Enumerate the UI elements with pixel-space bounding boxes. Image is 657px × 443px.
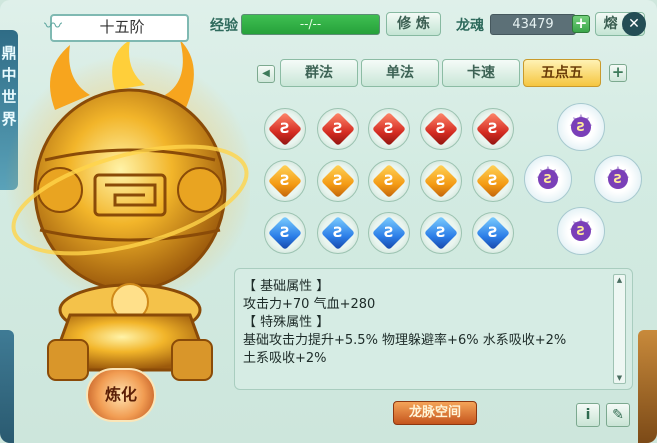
- exp-bar: --/--: [241, 14, 380, 35]
- attribute-scrollbar[interactable]: ▲ ▼: [613, 274, 626, 384]
- attribute-panel: 【 基础属性 】 攻击力+70 气血+280 【 特殊属性 】 基础攻击力提升+…: [234, 268, 633, 390]
- edit-icon[interactable]: ✎: [606, 403, 630, 427]
- gem-slot-red[interactable]: Ƨ: [472, 108, 514, 150]
- tab-group-magic[interactable]: 群法: [280, 59, 358, 87]
- dragon-space-button[interactable]: 龙脉空间: [393, 401, 477, 425]
- gem-slot-blue[interactable]: Ƨ: [472, 212, 514, 254]
- gem-slot-blue[interactable]: Ƨ: [368, 212, 410, 254]
- close-icon[interactable]: ✕: [622, 12, 646, 36]
- gem-slot-red[interactable]: Ƨ: [264, 108, 306, 150]
- star-gem-bottom[interactable]: ✸Ƨ: [557, 207, 605, 255]
- gem-slot-blue[interactable]: Ƨ: [317, 212, 359, 254]
- side-menu-decoration: [638, 330, 657, 443]
- special-attr-header: 【 特殊属性 】: [243, 315, 330, 330]
- base-attr-header: 【 基础属性 】: [243, 279, 330, 294]
- scroll-up-icon[interactable]: ▲: [614, 275, 625, 285]
- info-icon[interactable]: i: [576, 403, 600, 427]
- tab-five-point-five[interactable]: 五点五: [523, 59, 601, 87]
- gem-slot-orange[interactable]: Ƨ: [368, 160, 410, 202]
- star-gem-left[interactable]: ✸Ƨ: [524, 155, 572, 203]
- gem-slot-red[interactable]: Ƨ: [420, 108, 462, 150]
- refine-button[interactable]: 炼化: [86, 368, 156, 422]
- soul-value: 43479: [490, 14, 576, 35]
- star-gem-right[interactable]: ✸Ƨ: [594, 155, 642, 203]
- gem-slot-orange[interactable]: Ƨ: [317, 160, 359, 202]
- special-attr-values: 基础攻击力提升+5.5% 物理躲避率+6% 水系吸收+2%: [243, 333, 567, 348]
- star-gem-top[interactable]: ✸Ƨ: [557, 103, 605, 151]
- gem-slot-red[interactable]: Ƨ: [368, 108, 410, 150]
- rank-title: 十五阶: [99, 18, 145, 36]
- tab-prev-icon[interactable]: ◀: [257, 65, 275, 83]
- tab-speed[interactable]: 卡速: [442, 59, 520, 87]
- base-attr-values: 攻击力+70 气血+280: [243, 297, 376, 312]
- gem-slot-orange[interactable]: Ƨ: [264, 160, 306, 202]
- gem-slot-orange[interactable]: Ƨ: [420, 160, 462, 202]
- gem-slot-blue[interactable]: Ƨ: [264, 212, 306, 254]
- scroll-down-icon[interactable]: ▼: [614, 373, 625, 383]
- gem-slot-orange[interactable]: Ƨ: [472, 160, 514, 202]
- add-soul-button[interactable]: +: [572, 15, 590, 33]
- add-tab-button[interactable]: +: [609, 64, 627, 82]
- dragon-cauldron-panel: 鼎中世界 〰 十五阶 经验 --/-- 修 炼 龙魂 43479 + 熔 炼 ✕…: [0, 0, 657, 443]
- gem-slot-red[interactable]: Ƨ: [317, 108, 359, 150]
- gem-slot-blue[interactable]: Ƨ: [420, 212, 462, 254]
- soul-label: 龙魂: [456, 18, 484, 34]
- tab-single-magic[interactable]: 单法: [361, 59, 439, 87]
- cultivate-button[interactable]: 修 炼: [386, 12, 441, 36]
- dragon-emblem-icon: 〰: [44, 16, 62, 37]
- exp-label: 经验: [210, 18, 238, 34]
- special-attr-values-2: 土系吸收+2%: [243, 351, 327, 366]
